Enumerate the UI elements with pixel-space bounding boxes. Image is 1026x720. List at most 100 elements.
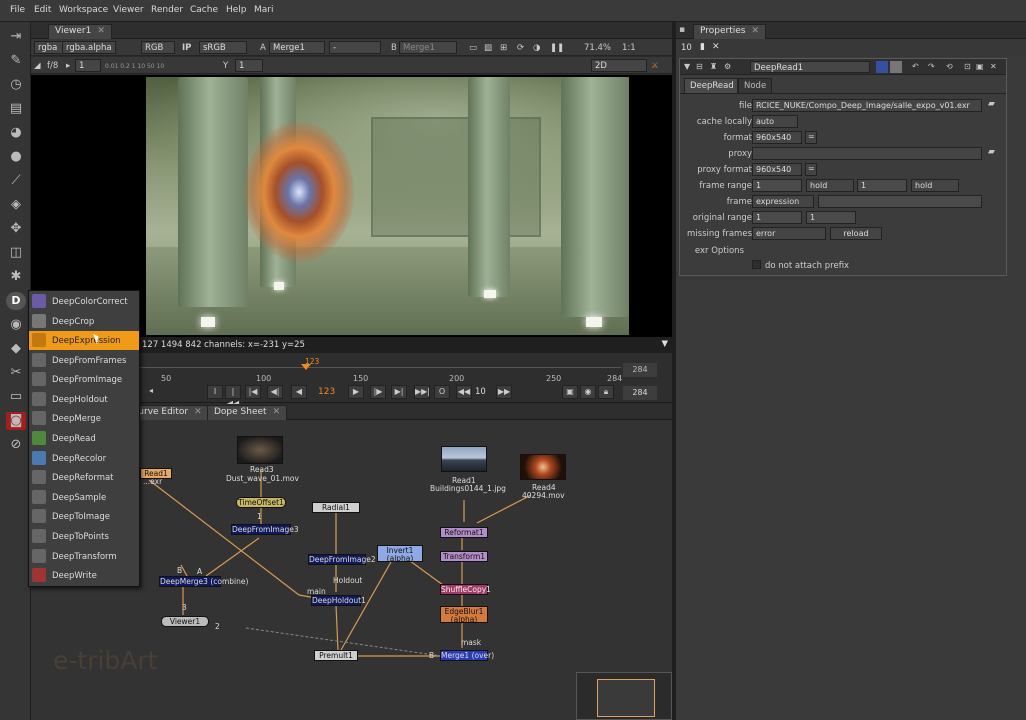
- tab-deepread[interactable]: DeepRead: [684, 78, 738, 93]
- play-button[interactable]: ▶: [348, 385, 364, 399]
- next-key-button[interactable]: ▶|: [391, 385, 407, 399]
- input-b-dropdown[interactable]: Merge1: [399, 41, 457, 54]
- colorspace-dropdown[interactable]: sRGB: [199, 41, 247, 54]
- node-deepmerge3[interactable]: DeepMerge3 (combine): [159, 576, 248, 587]
- alpha-dropdown[interactable]: rgba.alpha: [62, 41, 116, 54]
- fstop-label[interactable]: f/8: [47, 61, 58, 71]
- input-a-dropdown[interactable]: Merge1: [269, 41, 325, 54]
- channels-dropdown[interactable]: rgba: [34, 41, 64, 54]
- folder-icon[interactable]: ▰: [988, 147, 995, 157]
- transform-nodes-icon[interactable]: ✥: [6, 220, 26, 238]
- menu-render[interactable]: Render: [151, 5, 183, 15]
- close-icon[interactable]: ✕: [990, 62, 997, 71]
- read4-thumbnail[interactable]: [520, 454, 566, 480]
- fstop-arrow-icon[interactable]: ▸: [66, 61, 70, 71]
- panel-menu-icon[interactable]: ▪: [679, 25, 685, 35]
- info-dropdown-icon[interactable]: ▼: [661, 339, 668, 349]
- close-icon[interactable]: ✕: [751, 26, 759, 36]
- frame-expression-field[interactable]: [818, 195, 982, 208]
- views-nodes-icon[interactable]: ◉: [6, 316, 26, 334]
- color-mode-dropdown[interactable]: RGB: [141, 41, 175, 54]
- filter-nodes-icon[interactable]: ●: [6, 148, 26, 166]
- node-tools-icon[interactable]: ♜: [710, 62, 717, 71]
- next-frame-button[interactable]: |▶: [370, 385, 386, 399]
- plugin-nodes-icon[interactable]: ◙: [6, 412, 26, 430]
- end-frame-field[interactable]: 284: [623, 386, 657, 400]
- menu-item-deepread[interactable]: DeepRead: [29, 429, 139, 448]
- in-out-icon[interactable]: I: [207, 385, 223, 399]
- metadata-nodes-icon[interactable]: ◆: [6, 340, 26, 358]
- after-mode-dropdown[interactable]: hold: [911, 179, 959, 192]
- frame-range-start-field[interactable]: 1: [752, 179, 802, 192]
- proxy-input[interactable]: [752, 147, 982, 160]
- clipping-icon[interactable]: ▧: [484, 43, 492, 53]
- proxy-readout[interactable]: 1:1: [622, 43, 636, 53]
- menu-item-deepwrite[interactable]: DeepWrite: [29, 566, 139, 585]
- tab-viewer1[interactable]: Viewer1 ✕: [48, 24, 112, 39]
- node-timeoffset1[interactable]: TimeOffset1: [236, 497, 286, 508]
- frame-mode-dropdown[interactable]: expression: [752, 195, 814, 208]
- node-transform1[interactable]: Transform1: [440, 551, 488, 562]
- loop-icon[interactable]: ▣: [562, 385, 578, 399]
- close-icon[interactable]: ✕: [194, 407, 202, 417]
- color-nodes-icon[interactable]: ◕: [6, 124, 26, 142]
- proxy-format-dropdown[interactable]: 960x540: [752, 163, 802, 176]
- last-frame-button[interactable]: ▶▶|: [414, 385, 430, 399]
- original-start-field[interactable]: 1: [752, 211, 802, 224]
- proxy-format-edit-button[interactable]: =: [805, 163, 817, 176]
- lock-icon[interactable]: ▮: [700, 42, 705, 52]
- view-mode-dropdown[interactable]: 2D: [591, 59, 647, 72]
- timeline-menu-icon[interactable]: ◂: [143, 385, 159, 399]
- float-icon[interactable]: ⊟: [696, 62, 703, 71]
- menu-item-deepfromimage[interactable]: DeepFromImage: [29, 370, 139, 389]
- tab-properties[interactable]: Properties ✕: [693, 24, 767, 39]
- menu-help[interactable]: Help: [226, 5, 247, 15]
- dag-navigator[interactable]: [576, 672, 672, 720]
- node-invert1[interactable]: Invert1 (alpha): [377, 545, 423, 563]
- pause-icon[interactable]: ❚❚: [550, 43, 564, 53]
- node-edgeblur1[interactable]: EdgeBlur1 (alpha): [440, 606, 488, 624]
- update-icon[interactable]: ◑: [533, 43, 540, 53]
- node-read3-label[interactable]: Read3: [250, 465, 274, 474]
- node-viewer1[interactable]: Viewer1: [161, 616, 209, 627]
- menu-item-deepfromframes[interactable]: DeepFromFrames: [29, 351, 139, 370]
- menu-mari[interactable]: Mari: [254, 5, 273, 15]
- node-deepfromimage2[interactable]: DeepFromImage2: [308, 554, 376, 565]
- read3-thumbnail[interactable]: [237, 436, 283, 464]
- menu-item-deeprecolor[interactable]: DeepRecolor: [29, 449, 139, 468]
- clear-panels-icon[interactable]: ✕: [712, 42, 720, 52]
- node-tile-color-icon[interactable]: [890, 61, 902, 73]
- 3d-nodes-icon[interactable]: ◫: [6, 244, 26, 262]
- roi-icon[interactable]: ▭: [469, 43, 477, 53]
- play-backward-button[interactable]: ◀: [291, 385, 307, 399]
- image-nodes-icon[interactable]: ⇥: [6, 28, 26, 46]
- menu-item-deeptopoints[interactable]: DeepToPoints: [29, 527, 139, 546]
- menu-item-deeptransform[interactable]: DeepTransform: [29, 547, 139, 566]
- skip-forward-button[interactable]: ▶▶: [496, 385, 512, 399]
- wipe-dropdown[interactable]: -: [329, 41, 381, 54]
- redo-icon[interactable]: ↷: [928, 62, 935, 71]
- menu-item-deeptoimage[interactable]: DeepToImage: [29, 507, 139, 526]
- deep-nodes-icon[interactable]: D: [6, 292, 26, 310]
- float-panel-icon[interactable]: ▣: [976, 62, 984, 71]
- frame-range-end-field[interactable]: 1: [857, 179, 907, 192]
- menu-cache[interactable]: Cache: [190, 5, 218, 15]
- gain-field[interactable]: 1: [75, 59, 101, 72]
- node-merge1[interactable]: Merge1 (over): [440, 650, 494, 661]
- refresh-icon[interactable]: ⟳: [517, 43, 524, 53]
- flipbook-icon[interactable]: ◉: [580, 385, 596, 399]
- collapse-icon[interactable]: ▼: [684, 62, 690, 71]
- viewer-settings-icon[interactable]: ◢: [34, 61, 41, 71]
- prev-frame-button[interactable]: ◀|: [267, 385, 283, 399]
- tab-node[interactable]: Node: [738, 78, 772, 93]
- original-end-field[interactable]: 1: [806, 211, 856, 224]
- node-premult1[interactable]: Premult1: [314, 650, 358, 661]
- menu-item-deepsample[interactable]: DeepSample: [29, 488, 139, 507]
- prefix-checkbox[interactable]: [752, 260, 761, 269]
- merge-nodes-icon[interactable]: ◈: [6, 196, 26, 214]
- menu-item-deepholdout[interactable]: DeepHoldout: [29, 390, 139, 409]
- maximize-icon[interactable]: ⊡: [964, 62, 971, 71]
- node-deepfromimage3[interactable]: DeepFromImage3: [231, 524, 299, 535]
- other-nodes-icon[interactable]: ✂: [6, 364, 26, 382]
- menu-item-deepcolorcorrect[interactable]: DeepColorCorrect: [29, 292, 139, 311]
